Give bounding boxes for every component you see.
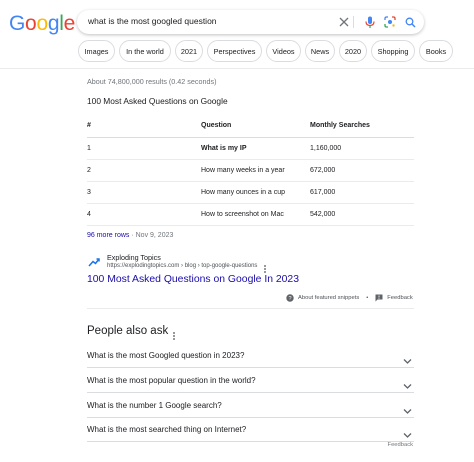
search-input[interactable]: what is the most googled question (88, 16, 328, 26)
svg-text:?: ? (288, 296, 291, 302)
search-box[interactable]: what is the most googled question (77, 10, 424, 34)
table-cell: 1,160,000 (310, 137, 414, 160)
chevron-down-icon[interactable] (403, 402, 412, 414)
more-rows-link[interactable]: 96 more rows (87, 232, 129, 239)
table-cell: 2 (87, 159, 201, 182)
table-cell: How many weeks in a year (201, 159, 310, 182)
camera-lens-icon[interactable] (383, 15, 397, 29)
exploding-topics-favicon-icon[interactable] (87, 255, 101, 269)
table-header-cell: # (87, 114, 201, 138)
featured-snippet-table: # Question Monthly Searches 1 What is my… (87, 114, 414, 226)
section-divider (87, 308, 414, 309)
search-icon[interactable] (403, 15, 417, 29)
table-row: 1 What is my IP 1,160,000 (87, 137, 414, 160)
table-row: 2 How many weeks in a year 672,000 (87, 159, 414, 182)
table-cell: 3 (87, 181, 201, 204)
result-stats: About 74,800,000 results (0.42 seconds) (87, 77, 217, 86)
paa-question-text: What is the number 1 Google search? (87, 401, 222, 410)
chip-2021[interactable]: 2021 (175, 40, 203, 62)
table-row: 3 How many ounces in a cup 617,000 (87, 181, 414, 204)
more-vert-icon[interactable] (262, 261, 268, 273)
more-rows-line: 96 more rows · Nov 9, 2023 (87, 232, 173, 239)
logo-letter: G (9, 12, 26, 35)
help-icon[interactable]: ? (286, 294, 294, 302)
google-logo[interactable]: Google (9, 12, 75, 36)
chip-2020[interactable]: 2020 (339, 40, 367, 62)
table-cell: How many ounces in a cup (201, 181, 310, 204)
chip-videos[interactable]: Videos (266, 40, 301, 62)
chip-perspectives[interactable]: Perspectives (207, 40, 262, 62)
more-vert-icon[interactable] (171, 328, 177, 340)
table-header-row: # Question Monthly Searches (87, 114, 414, 138)
feedback-icon[interactable] (375, 294, 383, 302)
table-cell: 542,000 (310, 203, 414, 226)
paa-question-item[interactable]: What is the most Googled question in 202… (87, 344, 414, 368)
snippet-date: · Nov 9, 2023 (129, 232, 174, 239)
table-header-cell: Monthly Searches (310, 114, 414, 138)
snippet-footer: ? About featured snippets • Feedback (286, 294, 413, 302)
chip-shopping[interactable]: Shopping (371, 40, 415, 62)
search-divider (353, 16, 354, 28)
logo-letter: o (25, 12, 37, 35)
table-cell: 617,000 (310, 181, 414, 204)
paa-question-text: What is the most searched thing on Inter… (87, 425, 247, 434)
source-site-name[interactable]: Exploding Topics (107, 253, 161, 262)
chip-images[interactable]: Images (78, 40, 115, 62)
separator-dot: • (366, 295, 369, 301)
table-header-cell: Question (201, 114, 310, 138)
result-title-link[interactable]: 100 Most Asked Questions on Google In 20… (87, 274, 299, 285)
table-cell: 672,000 (310, 159, 414, 182)
featured-snippet-title: 100 Most Asked Questions on Google (87, 96, 228, 106)
chip-news[interactable]: News (305, 40, 335, 62)
close-icon[interactable] (337, 15, 351, 29)
people-also-ask-title: People also ask (87, 325, 169, 337)
source-url[interactable]: https://explodingtopics.com › blog › top… (107, 263, 257, 269)
logo-letter: e (63, 12, 76, 35)
header-divider (0, 68, 474, 69)
logo-letter: o (36, 12, 48, 35)
table-row: 4 How to screenshot on Mac 542,000 (87, 203, 414, 226)
table-cell: 1 (87, 137, 201, 160)
paa-question-text: What is the most popular question in the… (87, 376, 256, 385)
chip-in-the-world[interactable]: In the world (119, 40, 171, 62)
about-featured-snippets-link[interactable]: About featured snippets (298, 295, 359, 301)
table-cell: What is my IP (201, 137, 310, 160)
paa-question-text: What is the most Googled question in 202… (87, 351, 245, 360)
table-cell: 4 (87, 203, 201, 226)
chevron-down-icon[interactable] (403, 377, 412, 389)
logo-letter: g (47, 12, 60, 35)
table-cell: How to screenshot on Mac (201, 203, 310, 226)
chevron-down-icon[interactable] (403, 426, 412, 438)
paa-question-item[interactable]: What is the number 1 Google search? (87, 394, 414, 418)
chevron-down-icon[interactable] (403, 352, 412, 364)
paa-question-item[interactable]: What is the most popular question in the… (87, 369, 414, 393)
paa-feedback-link[interactable]: Feedback (388, 442, 413, 448)
paa-question-item[interactable]: What is the most searched thing on Inter… (87, 418, 414, 442)
feedback-link[interactable]: Feedback (387, 295, 412, 301)
microphone-icon[interactable] (363, 15, 377, 29)
chip-books[interactable]: Books (419, 40, 453, 62)
